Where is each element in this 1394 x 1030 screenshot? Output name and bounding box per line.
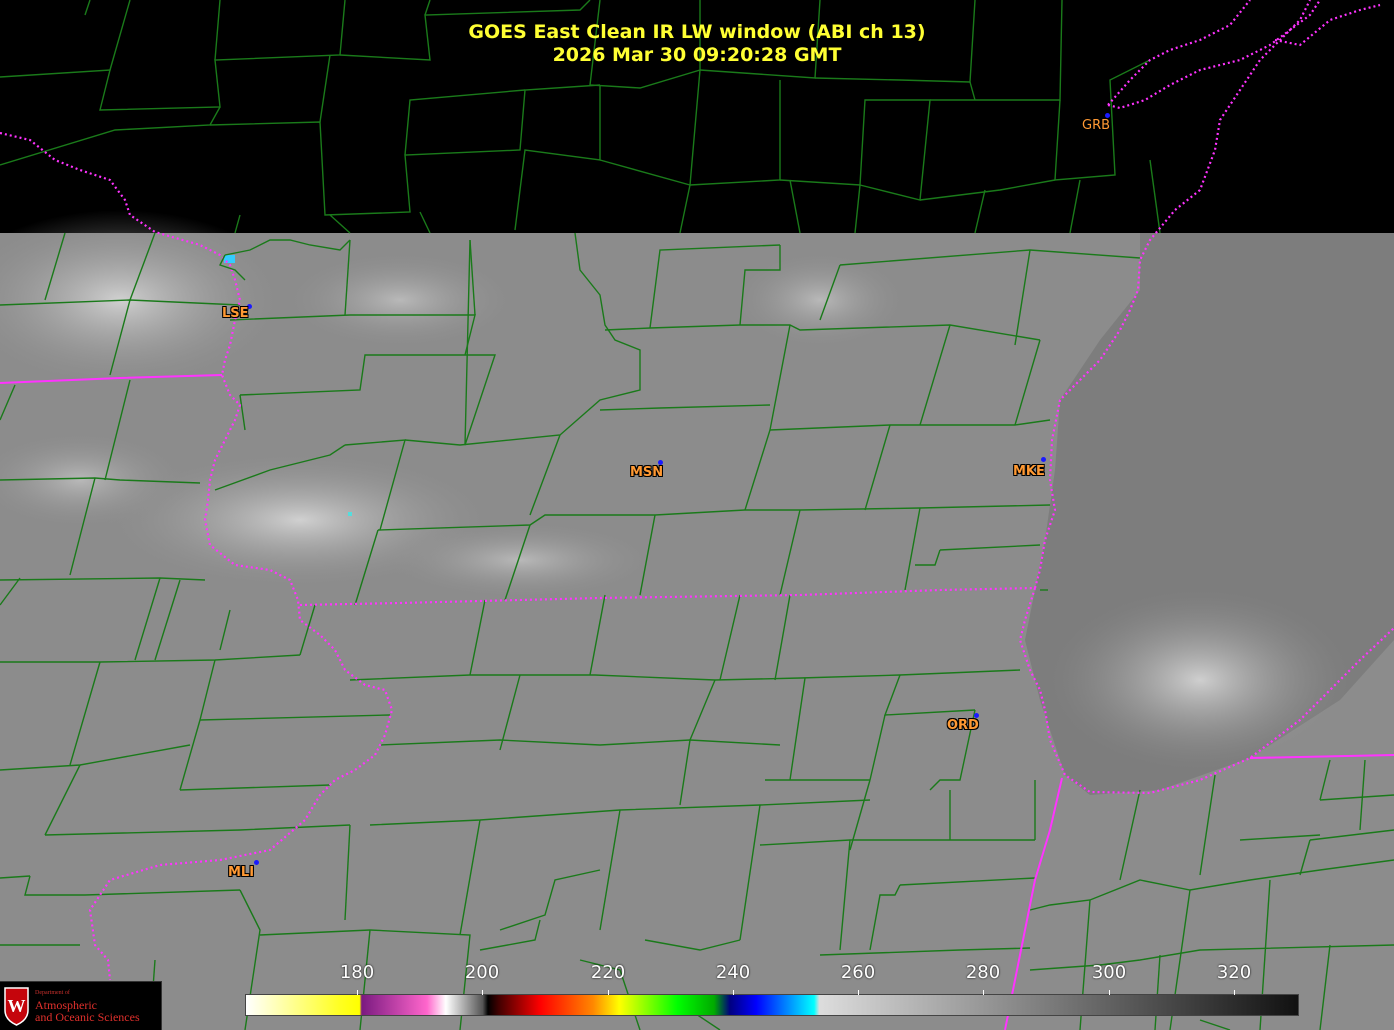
temperature-colorbar — [245, 994, 1299, 1016]
colorbar-tick — [983, 990, 984, 995]
station-label-lse: LSE — [222, 306, 249, 321]
satellite-map — [0, 0, 1394, 1030]
colorbar-tick-label: 300 — [1091, 962, 1127, 983]
colorbar-tick — [608, 990, 609, 995]
colorbar-tick-label: 200 — [464, 962, 500, 983]
cloud-band — [380, 520, 660, 600]
colorbar-tick-label: 280 — [965, 962, 1001, 983]
aos-name-line2: and Oceanic Sciences — [35, 1010, 140, 1024]
station-label-mke: MKE — [1013, 464, 1045, 479]
cloud-band — [1050, 590, 1350, 770]
uw-shield-icon: W — [4, 987, 29, 1026]
colorbar-tick-label: 260 — [840, 962, 876, 983]
colorbar-tick — [1234, 990, 1235, 995]
colorbar-tick — [482, 990, 483, 995]
station-dot-mke — [1041, 457, 1046, 462]
station-label-mli: MLI — [228, 865, 255, 880]
station-label-grb: GRB — [1082, 118, 1111, 133]
image-title: GOES East Clean IR LW window (ABI ch 13) — [468, 21, 926, 43]
colorbar-tick-label: 240 — [715, 962, 751, 983]
colorbar-tick — [733, 990, 734, 995]
colorbar-tick — [1109, 990, 1110, 995]
image-timestamp: 2026 Mar 30 09:20:28 GMT — [552, 44, 842, 66]
cloud-band — [280, 250, 520, 350]
colorbar-tick — [858, 990, 859, 995]
colorbar-tick — [357, 990, 358, 995]
aos-dept-text: Department of — [35, 990, 70, 996]
satellite-image-viewer: GOES East Clean IR LW window (ABI ch 13)… — [0, 0, 1394, 1030]
colorbar-tick-label: 220 — [590, 962, 626, 983]
colorbar-tick-label: 180 — [339, 962, 375, 983]
uw-shield-letter: W — [8, 996, 26, 1016]
cold-pixel — [348, 512, 352, 516]
cloud-band — [730, 250, 910, 350]
station-label-ord: ORD — [947, 718, 979, 733]
station-label-msn: MSN — [630, 465, 664, 480]
station-dot-mli — [254, 860, 259, 865]
aos-logo: W Department of Atmospheric and Oceanic … — [0, 981, 162, 1030]
colorbar-tick-label: 320 — [1216, 962, 1252, 983]
